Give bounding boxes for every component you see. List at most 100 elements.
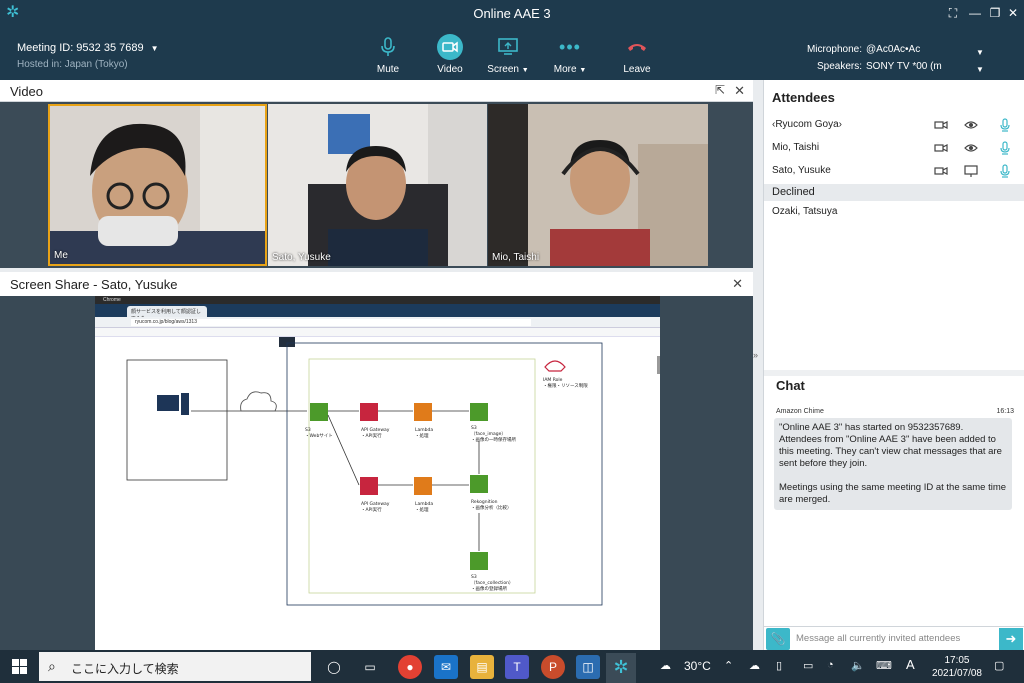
video-button[interactable]: Video <box>420 34 480 75</box>
architecture-diagram: S3・Webサイト API Gateway・API実行 Lambda・処理 S3… <box>126 337 603 606</box>
participant-video <box>50 106 265 264</box>
battery-icon[interactable]: ▭ <box>803 659 813 672</box>
chat-input[interactable]: Message all currently invited attendees <box>796 633 960 644</box>
browser-tabs: 顔サービスを利用して顔認証してみた <box>95 304 660 322</box>
keyboard-icon[interactable]: ⌨ <box>876 659 892 672</box>
attendee-row[interactable]: ‹Ryucom Goya› <box>764 114 1024 136</box>
svg-text:・API実行: ・API実行 <box>361 506 382 513</box>
video-tile-me[interactable]: Me <box>48 104 267 266</box>
usb-icon[interactable]: ▯ <box>776 659 782 672</box>
microphone-selector[interactable]: Microphone: @Ac0Ac•Ac <box>802 44 920 55</box>
document-viewer-icon[interactable]: ◫ <box>576 655 600 679</box>
mail-icon[interactable]: ✉ <box>434 655 458 679</box>
screen-share-icon <box>498 38 518 55</box>
url-text: ryucom.co.jp/blog/aws/1313 <box>131 319 531 326</box>
svg-text:・画像分析（比較）: ・画像分析（比較） <box>471 504 512 511</box>
browser-tab: 顔サービスを利用して顔認証してみた <box>127 306 207 322</box>
svg-text:・API実行: ・API実行 <box>361 432 382 439</box>
leave-label: Leave <box>623 64 651 75</box>
weather-cloud-icon[interactable]: ☁ <box>660 659 671 672</box>
speakers-selector[interactable]: Speakers: SONY TV *00 (m <box>802 61 942 72</box>
video-panel: Video ⇱ ✕ Me Sato, Yusuke Mio, Taishi <box>0 80 753 268</box>
search-icon: ⌕ <box>48 658 56 674</box>
windows-taskbar: ⌕ ここに入力して検索 ◯ ▭ ● ✉ ▤ T P ◫ ✲ ☁ 30°C ⌃ ☁… <box>0 650 1024 683</box>
meeting-id-dropdown[interactable]: Meeting ID: 9532 35 7689 ▼ <box>17 42 159 54</box>
screen-label: Screen <box>487 64 519 75</box>
more-dots-icon: ••• <box>559 36 581 57</box>
teams-icon[interactable]: T <box>505 655 529 679</box>
video-tile-mio[interactable]: Mio, Taishi <box>488 104 708 266</box>
taskbar-clock[interactable]: 17:05 2021/07/08 <box>932 654 982 680</box>
microphone-icon <box>1000 164 1010 178</box>
api-gateway-icon <box>360 403 378 421</box>
speakers-value: SONY TV *00 (m <box>866 61 942 72</box>
svg-text:Lambda: Lambda <box>415 501 433 507</box>
svg-text:・処理: ・処理 <box>415 432 429 439</box>
tile-name: Me <box>54 250 68 261</box>
svg-text:・画像の一時保存場所: ・画像の一時保存場所 <box>471 436 516 443</box>
chat-time: 16:13 <box>996 408 1014 415</box>
chime-taskbar-icon[interactable]: ✲ <box>609 655 633 679</box>
screen-share-button[interactable]: Screen ▼ <box>478 34 538 75</box>
close-video-panel-button[interactable]: ✕ <box>734 83 745 99</box>
svg-text:API Gateway: API Gateway <box>361 501 390 507</box>
svg-text:S3: S3 <box>471 425 477 431</box>
svg-text:S3: S3 <box>471 574 477 580</box>
window-title: Online AAE 3 <box>473 6 551 21</box>
video-camera-icon <box>934 121 948 129</box>
microphone-key: Microphone: <box>806 44 862 55</box>
powerpoint-icon[interactable]: P <box>541 655 565 679</box>
api-gateway-icon <box>360 477 378 495</box>
more-button[interactable]: ••• More ▼ <box>540 34 600 76</box>
restore-button[interactable]: ❐ <box>986 4 1004 22</box>
chevron-down-icon: ▼ <box>150 44 159 53</box>
cortana-icon[interactable]: ◯ <box>322 655 346 679</box>
lambda-icon <box>414 403 432 421</box>
close-window-button[interactable]: ✕ <box>1004 4 1022 22</box>
volume-icon[interactable]: 🔈 <box>851 659 865 672</box>
search-placeholder: ここに入力して検索 <box>71 662 179 676</box>
minimize-button[interactable]: — <box>966 4 984 22</box>
shared-screen[interactable]: Chrome 顔サービスを利用して顔認証してみた ryucom.co.jp/bl… <box>95 296 660 650</box>
file-explorer-icon[interactable]: ▤ <box>470 655 494 679</box>
screen-share-title: Screen Share - Sato, Yusuke <box>10 277 178 292</box>
declined-attendee-row[interactable]: Ozaki, Tatsuya <box>764 201 1024 223</box>
chevron-down-icon[interactable]: ▼ <box>976 48 984 57</box>
chrome-icon[interactable]: ● <box>398 655 422 679</box>
task-view-icon[interactable]: ▭ <box>358 655 382 679</box>
close-screen-share-button[interactable]: ✕ <box>732 276 743 292</box>
leave-button[interactable]: Leave <box>607 34 667 75</box>
notification-icon[interactable]: ▢ <box>994 659 1004 672</box>
windows-start-icon[interactable] <box>12 659 27 674</box>
internet-cloud-icon <box>240 391 277 412</box>
wifi-icon[interactable]: ◔ <box>827 659 834 671</box>
chevron-up-icon[interactable]: ⌃ <box>724 659 733 672</box>
collapse-sidebar-icon[interactable]: » <box>753 350 763 360</box>
hosted-region: Hosted in: Japan (Tokyo) <box>17 59 128 70</box>
title-bar: ✲ Online AAE 3 ⛶ — ❐ ✕ <box>0 0 1024 28</box>
chat-message: "Online AAE 3" has started on 9532357689… <box>774 418 1012 510</box>
video-tile-sato[interactable]: Sato, Yusuke <box>268 104 487 266</box>
attachment-paperclip-icon[interactable]: 📎 <box>766 628 790 650</box>
ime-indicator[interactable]: A <box>906 657 915 672</box>
send-arrow-icon[interactable]: ➜ <box>999 628 1023 650</box>
attendee-row[interactable]: Sato, Yusuke <box>764 160 1024 182</box>
onedrive-icon[interactable]: ☁ <box>749 659 760 672</box>
s3-face-image-icon <box>470 403 488 421</box>
mute-button[interactable]: Mute <box>358 34 418 75</box>
rekognition-icon <box>470 475 488 493</box>
pop-out-icon[interactable]: ⇱ <box>715 83 725 97</box>
attendees-title: Attendees <box>772 90 835 105</box>
app-name: Chrome <box>103 297 121 303</box>
chevron-down-icon[interactable]: ▼ <box>976 65 984 74</box>
intranet-box <box>126 359 228 481</box>
browser-url-bar: ryucom.co.jp/blog/aws/1313 <box>95 317 660 328</box>
chat-divider <box>764 370 1024 376</box>
microphone-icon <box>1000 118 1010 132</box>
svg-text:IAM Role: IAM Role <box>543 377 563 383</box>
hang-up-icon <box>628 44 646 51</box>
fullscreen-icon[interactable]: ⛶ <box>944 4 962 22</box>
attendee-row[interactable]: Mio, Taishi <box>764 137 1024 159</box>
taskbar-search[interactable]: ⌕ ここに入力して検索 <box>39 652 311 681</box>
chat-message-text: Meetings using the same meeting ID at th… <box>779 482 1007 505</box>
